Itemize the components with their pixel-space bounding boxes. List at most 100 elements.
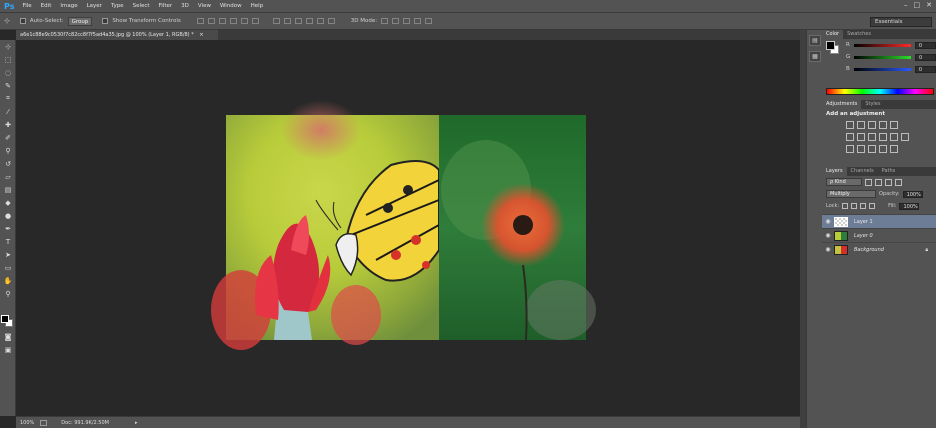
brush-tool-icon[interactable]: ✐ [0,131,16,144]
lock-transparent-icon[interactable] [842,203,849,209]
blur-tool-icon[interactable]: ◆ [0,196,16,209]
3d-roll-icon[interactable] [392,18,400,24]
photo-filter-icon[interactable] [879,133,887,141]
distribute-vcenter-icon[interactable] [283,18,291,24]
clone-stamp-tool-icon[interactable]: ⚲ [0,144,16,157]
hue-saturation-icon[interactable] [846,133,854,141]
hand-tool-icon[interactable]: ✋ [0,274,16,287]
tab-layers[interactable]: Layers [822,167,847,176]
distribute-top-icon[interactable] [272,18,280,24]
exposure-icon[interactable] [879,121,887,129]
maximize-button[interactable]: □ [914,1,921,9]
posterize-icon[interactable] [857,145,865,153]
align-left-icon[interactable] [229,18,237,24]
brightness-contrast-icon[interactable] [846,121,854,129]
visibility-eye-icon[interactable]: ◉ [822,246,834,253]
channel-g-slider[interactable] [854,55,911,59]
distribute-right-icon[interactable] [327,18,335,24]
pen-tool-icon[interactable]: ✒ [0,222,16,235]
selective-color-icon[interactable] [890,145,898,153]
zoom-level[interactable]: 100% [20,420,34,426]
layer-name[interactable]: Layer 1 [854,219,873,225]
layer-kind-filter[interactable]: ρ Kind [826,178,862,186]
document-image[interactable] [16,40,800,416]
align-right-icon[interactable] [251,18,259,24]
filter-shape-icon[interactable] [895,178,902,186]
path-selection-tool-icon[interactable]: ➤ [0,248,16,261]
properties-panel-icon[interactable]: ▦ [809,51,821,62]
menu-file[interactable]: File [22,3,31,9]
distribute-left-icon[interactable] [305,18,313,24]
curves-icon[interactable] [868,121,876,129]
menu-image[interactable]: Image [60,3,77,9]
filter-pixel-icon[interactable] [865,178,872,186]
channel-b-value[interactable]: 0 [914,65,936,73]
workspace-switcher[interactable]: Essentials [870,17,932,27]
lock-position-icon[interactable] [860,203,867,209]
auto-select-checkbox[interactable] [19,18,26,24]
filter-adjustment-icon[interactable] [875,178,882,186]
history-panel-icon[interactable]: ▤ [809,35,821,46]
visibility-eye-icon[interactable]: ◉ [822,218,834,225]
history-brush-tool-icon[interactable]: ↺ [0,157,16,170]
visibility-eye-icon[interactable]: ◉ [822,232,834,239]
levels-icon[interactable] [857,121,865,129]
menu-select[interactable]: Select [133,3,150,9]
move-tool-preset-icon[interactable]: ⊹ [4,17,10,25]
3d-scale-icon[interactable] [425,18,433,24]
3d-slide-icon[interactable] [414,18,422,24]
auto-select-dropdown[interactable]: Group [67,16,93,26]
tab-paths[interactable]: Paths [878,167,900,176]
align-bottom-icon[interactable] [218,18,226,24]
layer-row-layer-1[interactable]: ◉ Layer 1 [822,214,936,228]
document-tab[interactable]: a6e1c88e9c0530f7c82cc8f7f5ad4a35.jpg @ 1… [16,30,218,40]
opacity-value[interactable]: 100% [902,190,923,198]
quick-mask-icon[interactable]: ◙ [0,330,16,343]
foreground-color-swatch[interactable] [1,315,9,323]
minimize-button[interactable]: – [904,1,908,9]
layer-row-background[interactable]: ◉ Background 🔒︎ [822,242,936,256]
quick-select-tool-icon[interactable]: ✎ [0,79,16,92]
menu-layer[interactable]: Layer [87,3,102,9]
threshold-icon[interactable] [868,145,876,153]
eyedropper-tool-icon[interactable]: ⁄ [0,105,16,118]
menu-filter[interactable]: Filter [159,3,173,9]
type-tool-icon[interactable]: T [0,235,16,248]
document-tab-close-icon[interactable]: × [199,32,203,38]
move-tool-icon[interactable]: ⊹ [0,40,16,53]
invert-icon[interactable] [846,145,854,153]
canvas-area[interactable] [16,40,800,416]
tab-adjustments[interactable]: Adjustments [822,100,862,109]
3d-drag-icon[interactable] [403,18,411,24]
vibrance-icon[interactable] [890,121,898,129]
filter-type-icon[interactable] [885,178,892,186]
fill-value[interactable]: 100% [899,202,920,210]
zoom-tool-icon[interactable]: ⚲ [0,287,16,300]
channel-mixer-icon[interactable] [890,133,898,141]
channel-r-value[interactable]: 0 [914,41,936,49]
rectangle-tool-icon[interactable]: ▭ [0,261,16,274]
menu-type[interactable]: Type [111,3,124,9]
marquee-tool-icon[interactable]: ⬚ [0,53,16,66]
crop-tool-icon[interactable]: ⌗ [0,92,16,105]
screen-mode-icon[interactable]: ▣ [0,343,16,356]
distribute-bottom-icon[interactable] [294,18,302,24]
menu-edit[interactable]: Edit [41,3,52,9]
close-window-button[interactable]: ✕ [926,1,932,9]
gradient-tool-icon[interactable]: ▤ [0,183,16,196]
eraser-tool-icon[interactable]: ▱ [0,170,16,183]
status-menu-arrow-icon[interactable]: ▸ [135,420,138,426]
lasso-tool-icon[interactable]: ◌ [0,66,16,79]
menu-view[interactable]: View [198,3,211,9]
tab-styles[interactable]: Styles [861,100,884,109]
show-transform-checkbox[interactable] [102,18,109,24]
color-spectrum-bar[interactable] [826,88,934,95]
menu-3d[interactable]: 3D [181,3,189,9]
layer-row-layer-0[interactable]: ◉ Layer 0 [822,228,936,242]
channel-g-value[interactable]: 0 [914,53,936,61]
color-balance-icon[interactable] [857,133,865,141]
distribute-hcenter-icon[interactable] [316,18,324,24]
menu-help[interactable]: Help [251,3,264,9]
tab-swatches[interactable]: Swatches [843,30,875,39]
tab-channels[interactable]: Channels [847,167,878,176]
